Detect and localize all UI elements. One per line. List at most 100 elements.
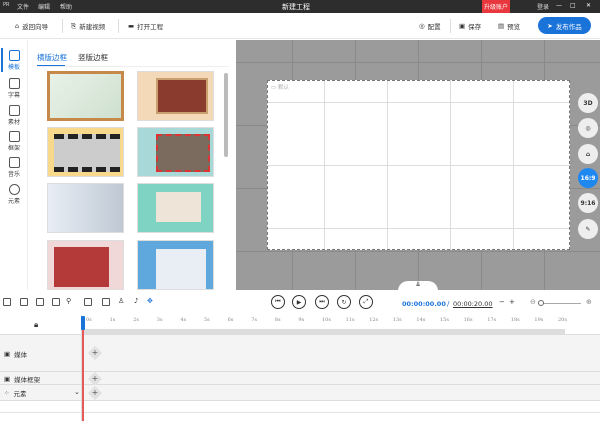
ruler-tick-label: 8s	[274, 317, 281, 323]
menu-edit[interactable]: 编辑	[38, 2, 50, 11]
zoom-search-icon[interactable]: ⚲	[66, 297, 71, 305]
play-button[interactable]: ▶	[292, 295, 306, 309]
preview-button[interactable]: ▤ 预览	[498, 21, 520, 31]
minimize-icon[interactable]: —	[556, 2, 562, 9]
ruler-tick-label: 1s	[109, 317, 116, 323]
save-button[interactable]: ▣ 保存	[459, 21, 481, 31]
app-logo: PR	[3, 2, 10, 8]
config-button[interactable]: ◎ 配置	[419, 21, 441, 31]
timeline-ruler[interactable]: 🔒︎ 0s 1s 2s 3s 4s 5s 6s 7s 8s 9s 10s 11s 12s 13s 14s 15…	[0, 315, 600, 335]
mask-icon[interactable]	[36, 298, 44, 306]
add-media-button[interactable]: +	[87, 345, 103, 361]
template-thumbnail[interactable]	[47, 183, 124, 233]
ruler-tick-label: 6s	[227, 317, 234, 323]
panel-scrollbar[interactable]	[224, 73, 228, 157]
nav-element[interactable]: 元素	[0, 184, 28, 205]
preview-icon: ▤	[498, 22, 505, 30]
login-link[interactable]: 登录	[537, 2, 549, 11]
ruler-tick-label: 7s	[251, 317, 257, 323]
time-minus-button[interactable]: −	[499, 298, 505, 306]
template-thumbnail[interactable]	[137, 71, 214, 121]
next-frame-button[interactable]: ⏭	[315, 295, 329, 309]
divider	[118, 19, 119, 33]
video-stage[interactable]: ▭ 默认	[267, 80, 570, 250]
new-video-label: 新建视频	[79, 23, 106, 31]
ruler-tick-label: 19s	[534, 317, 544, 323]
nav-label: 元素	[7, 198, 20, 205]
ruler-tick-label: 5s	[204, 317, 210, 323]
text-icon[interactable]	[84, 298, 92, 306]
publish-button[interactable]: ➤ 发布作品	[538, 17, 591, 34]
music-note-icon[interactable]	[102, 298, 110, 306]
nav-material[interactable]: 素材	[0, 105, 28, 126]
menu-file[interactable]: 文件	[17, 2, 29, 11]
ruler-tick-label: 14s	[416, 317, 426, 323]
ratio-9-16-button[interactable]: 9:16	[578, 193, 598, 213]
title-bar: PR 文件 编辑 帮助 新建工程 升级账户 登录 — □ ✕	[0, 0, 600, 13]
rotate-icon[interactable]: ◎	[578, 118, 598, 138]
nav-frame[interactable]: 框架	[0, 131, 28, 152]
playhead-handle[interactable]	[81, 316, 85, 330]
element-icon	[8, 184, 20, 195]
nav-music[interactable]: 音乐	[0, 157, 28, 178]
back-button[interactable]: ⌂ 返回向导	[15, 21, 48, 31]
microphone-icon[interactable]: ♪	[134, 297, 138, 305]
zoom-slider-handle[interactable]	[538, 300, 544, 306]
crop-icon[interactable]	[20, 298, 28, 306]
lock-icon[interactable]: 🔒︎	[34, 320, 38, 330]
template-thumbnail[interactable]	[137, 183, 214, 233]
fullscreen-button[interactable]: ⤢	[359, 295, 373, 309]
open-label: 打开工程	[137, 23, 164, 31]
move-icon[interactable]: ✥	[147, 297, 153, 305]
frame-icon	[8, 131, 20, 142]
template-thumbnail[interactable]	[137, 240, 214, 290]
close-icon[interactable]: ✕	[586, 2, 591, 9]
preview-label: 预览	[507, 23, 521, 31]
tab-vertical-frame[interactable]: 竖版边框	[78, 52, 108, 63]
playhead[interactable]	[82, 316, 84, 421]
add-frame-button[interactable]: +	[87, 371, 103, 387]
template-icon	[8, 50, 20, 61]
edit-icon[interactable]: ✎	[578, 219, 598, 239]
template-thumbnail[interactable]	[47, 240, 124, 290]
person-icon[interactable]: ♙	[118, 297, 124, 305]
previous-frame-button[interactable]: ⏮	[271, 295, 285, 309]
zoom-in-icon[interactable]: ⊕	[586, 298, 592, 306]
nav-template[interactable]: 模板	[0, 50, 28, 71]
ruler-tick-label: 3s	[156, 317, 163, 323]
zoom-slider[interactable]	[541, 303, 581, 304]
maximize-icon[interactable]: □	[570, 2, 576, 9]
upgrade-button[interactable]: 升级账户	[482, 0, 511, 13]
ruler-tick-label: 13s	[392, 317, 402, 323]
replay-button[interactable]: ↻	[337, 295, 351, 309]
template-thumbnail[interactable]	[47, 127, 124, 177]
open-project-button[interactable]: ▬ 打开工程	[128, 21, 163, 31]
stage-label: ▭ 默认	[271, 85, 289, 91]
add-element-button[interactable]: +	[87, 385, 103, 401]
menu-help[interactable]: 帮助	[60, 2, 72, 11]
3d-button[interactable]: 3D	[578, 93, 598, 113]
new-video-button[interactable]: ⎘ 新建视频	[71, 21, 106, 32]
nav-label: 素材	[7, 119, 20, 126]
zoom-out-icon[interactable]: ⊖	[530, 298, 536, 306]
time-plus-button[interactable]: +	[509, 298, 515, 306]
tab-horizontal-frame[interactable]: 横版边框	[37, 52, 67, 63]
copy-icon[interactable]	[52, 298, 60, 306]
save-icon: ▣	[459, 22, 466, 30]
lock-icon[interactable]: ⌂	[578, 144, 598, 164]
template-thumbnail[interactable]	[137, 127, 214, 177]
image-icon	[8, 105, 20, 116]
window-title: 新建工程	[282, 3, 310, 11]
nav-subtitle[interactable]: 字幕	[0, 78, 28, 99]
chevron-down-icon[interactable]: ⌄	[74, 388, 80, 396]
ratio-16-9-button[interactable]: 16:9	[578, 168, 598, 188]
current-time: 00:00:00.00	[402, 300, 446, 308]
template-thumbnail[interactable]	[47, 71, 124, 121]
gear-icon: ◎	[419, 22, 425, 30]
ruler-tick-label: 18s	[510, 317, 520, 323]
ruler-tick-label: 9s	[298, 317, 305, 323]
total-time[interactable]: 00:00:20.00	[453, 300, 493, 308]
save-label: 保存	[468, 23, 482, 31]
screen-icon[interactable]	[3, 298, 11, 306]
time-separator: /	[447, 300, 450, 308]
